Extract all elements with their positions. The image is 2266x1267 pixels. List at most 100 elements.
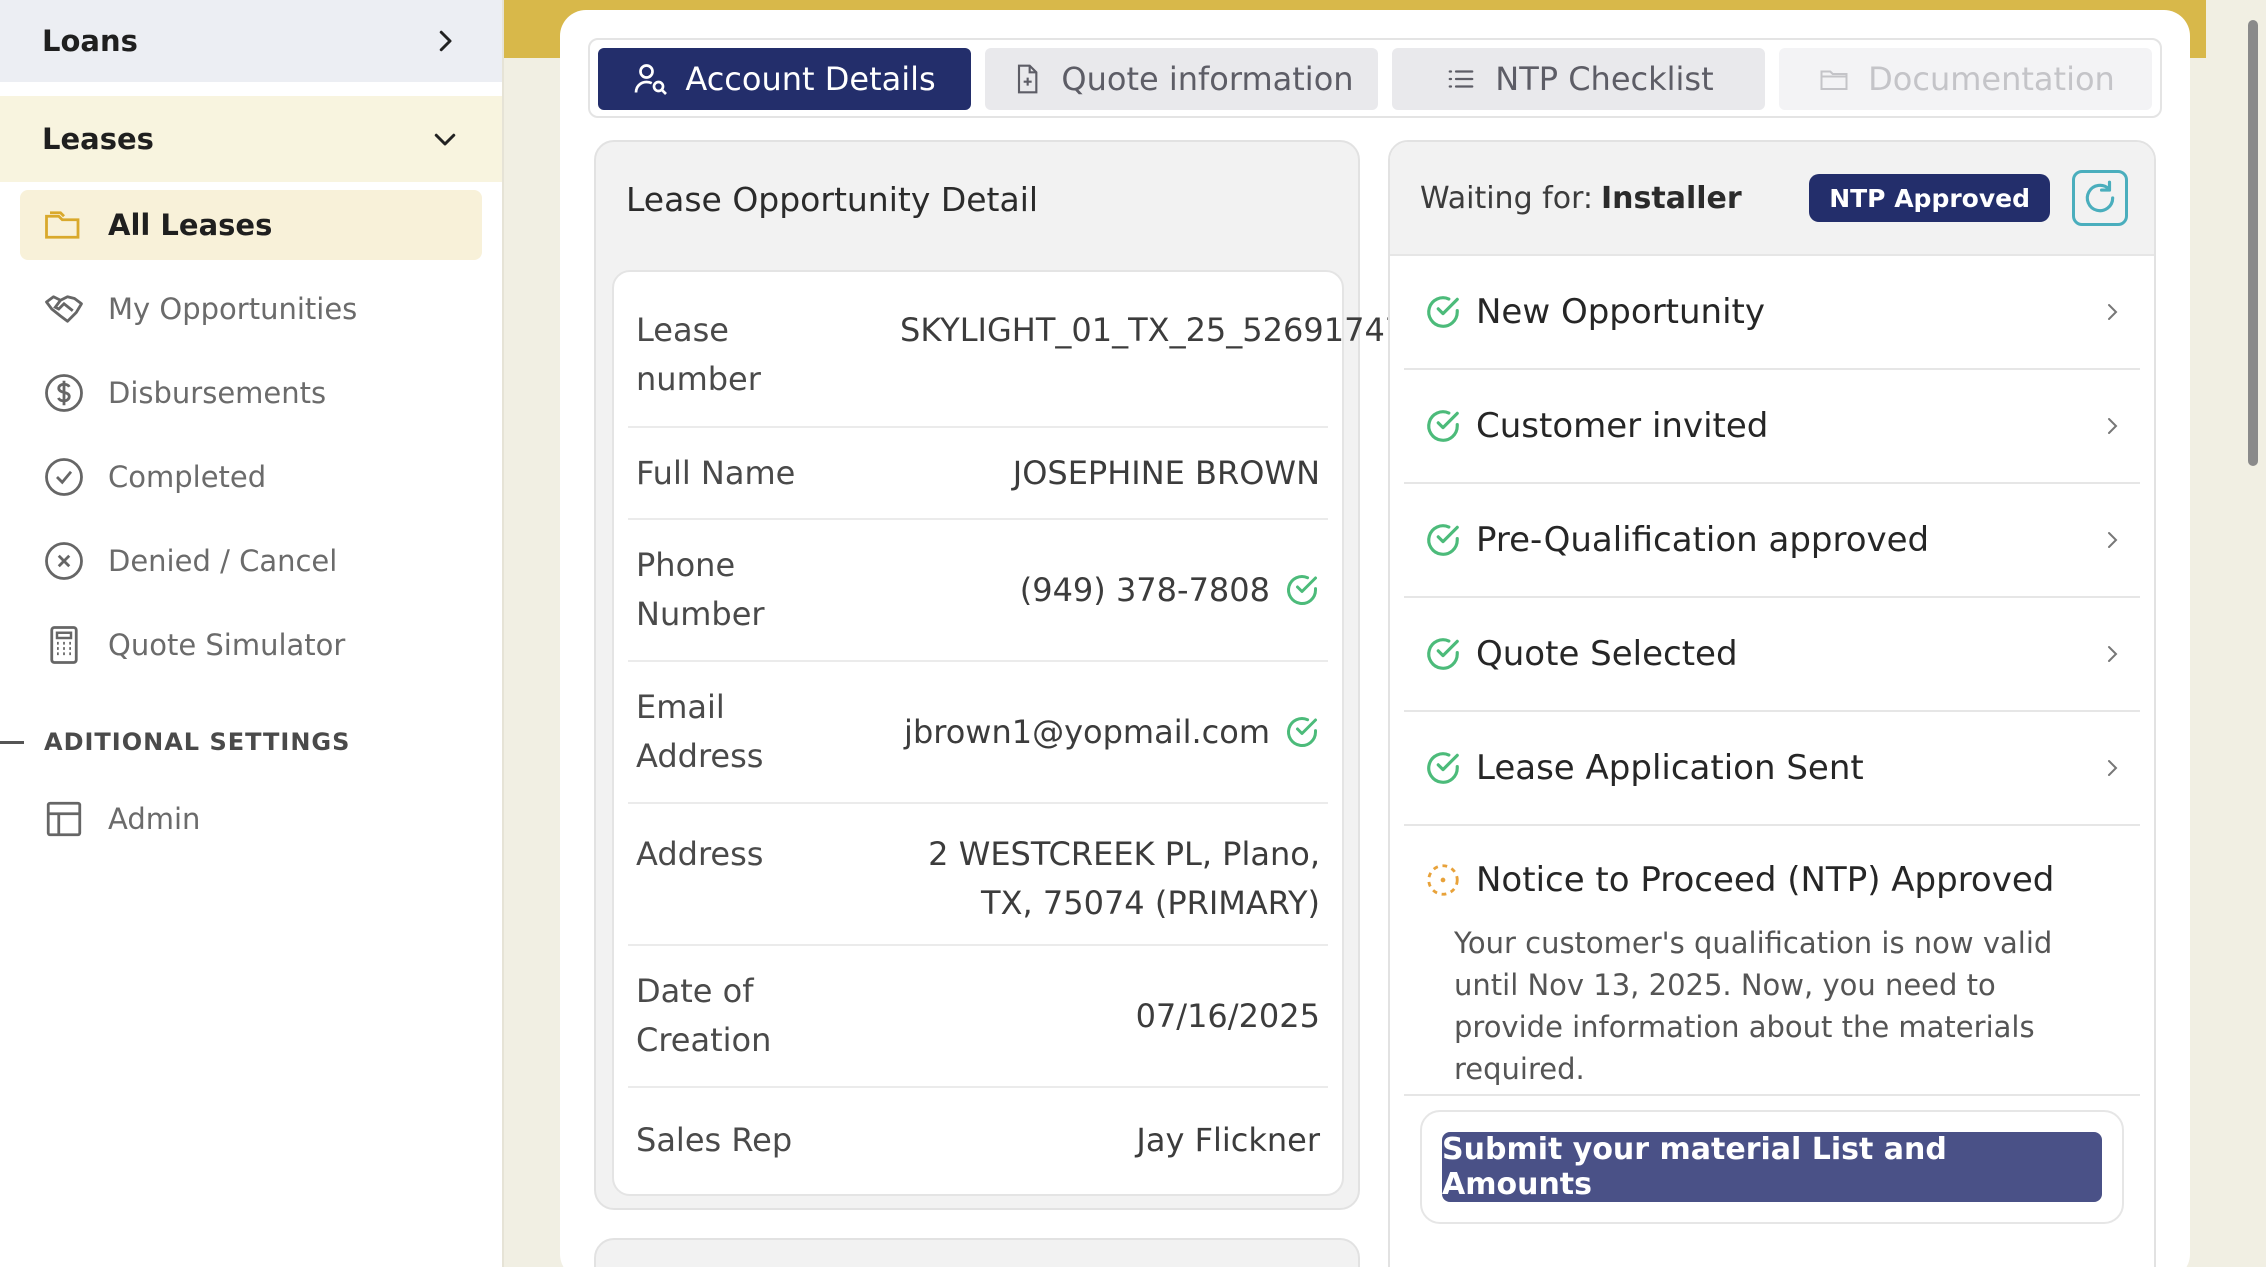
field-label: Date of Creation	[636, 972, 772, 1059]
refresh-button[interactable]	[2072, 170, 2128, 226]
sidebar-group-leases[interactable]: Leases	[0, 96, 502, 182]
step-label: Pre-Qualification approved	[1476, 520, 1930, 560]
sidebar-section-header: ADITIONAL SETTINGS	[0, 710, 502, 774]
chevron-down-icon	[434, 133, 456, 146]
chevron-right-icon	[2108, 304, 2118, 320]
divider	[0, 740, 24, 744]
sidebar-item-quote-simulator[interactable]: Quote Simulator	[20, 610, 482, 680]
sidebar-item-label: Disbursements	[108, 376, 327, 410]
sidebar-item-label: Completed	[108, 460, 267, 494]
tab-label: Quote information	[1061, 60, 1354, 98]
step-new-opportunity[interactable]: New Opportunity	[1404, 256, 2140, 370]
step-ntp-approved: Notice to Proceed (NTP) Approved Your cu…	[1404, 826, 2140, 1096]
layout-icon	[42, 797, 86, 841]
step-label: Lease Application Sent	[1476, 748, 1864, 788]
submit-material-list-button[interactable]: Submit your material List and Amounts	[1442, 1132, 2102, 1202]
check-circle-icon	[1427, 752, 1459, 784]
sidebar-item-label: Denied / Cancel	[108, 544, 338, 578]
waiting-label: Waiting for:	[1420, 180, 1593, 216]
document-add-icon	[1009, 61, 1045, 97]
status-header: Waiting for: Installer NTP Approved	[1390, 142, 2154, 256]
sidebar-item-label: My Opportunities	[108, 292, 358, 326]
sidebar-item-denied-cancel[interactable]: Denied / Cancel	[20, 526, 482, 596]
check-circle-icon	[1427, 638, 1459, 670]
step-label: New Opportunity	[1476, 292, 1765, 332]
step-description: Your customer's qualification is now val…	[1454, 926, 2053, 1086]
sidebar-item-all-leases[interactable]: All Leases	[20, 190, 482, 260]
check-circle-icon	[1427, 410, 1459, 442]
sidebar-item-label: All Leases	[108, 208, 273, 242]
tab-ntp-checklist[interactable]: NTP Checklist	[1391, 48, 1765, 110]
tab-bar: Account Details Quote information NTP Ch…	[588, 38, 2162, 118]
list-icon	[1443, 61, 1479, 97]
field-label: Sales Rep	[636, 1120, 793, 1159]
step-lease-application-sent[interactable]: Lease Application Sent	[1404, 712, 2140, 826]
tab-label: Account Details	[685, 60, 936, 98]
scrollbar-thumb[interactable]	[2248, 20, 2258, 466]
chevron-right-icon	[2108, 646, 2118, 662]
dollar-circle-icon	[42, 371, 86, 415]
detail-row-date-of-creation: Date of Creation 07/16/2025	[628, 946, 1328, 1088]
field-label: Email Address	[636, 688, 764, 775]
step-label: Notice to Proceed (NTP) Approved	[1476, 860, 2055, 900]
step-quote-selected[interactable]: Quote Selected	[1404, 598, 2140, 712]
check-circle-icon	[1427, 296, 1459, 328]
x-circle-icon	[42, 539, 86, 583]
chevron-right-icon	[439, 30, 452, 52]
step-pre-qualification-approved[interactable]: Pre-Qualification approved	[1404, 484, 2140, 598]
check-circle-icon	[1427, 524, 1459, 556]
field-value: JOSEPHINE BROWN	[1012, 453, 1320, 492]
calculator-icon	[42, 623, 86, 667]
field-value: SKYLIGHT_01_TX_25_52691747420	[900, 311, 1467, 349]
sidebar-item-my-opportunities[interactable]: My Opportunities	[20, 274, 482, 344]
sidebar-item-label: Admin	[108, 802, 201, 836]
field-value: Jay Flickner	[1136, 1120, 1320, 1159]
detail-row-address: Address 2 WESTCREEK PL, Plano, TX, 75074…	[628, 804, 1328, 946]
sidebar-group-label: Leases	[42, 122, 154, 156]
verified-check-icon	[1287, 575, 1317, 605]
detail-table: Lease number SKYLIGHT_01_TX_25_526917474…	[612, 270, 1467, 1196]
step-label: Quote Selected	[1476, 634, 1738, 674]
step-customer-invited[interactable]: Customer invited	[1404, 370, 2140, 484]
field-value: jbrown1@yopmail.com	[904, 712, 1270, 751]
sidebar-item-completed[interactable]: Completed	[20, 442, 482, 512]
folder-icon	[42, 203, 86, 247]
sidebar: Loans Leases All Leases My Opportunities…	[0, 0, 504, 1267]
sidebar-item-disbursements[interactable]: Disbursements	[20, 358, 482, 428]
sidebar-group-loans[interactable]: Loans	[0, 0, 502, 82]
field-value: 2 WESTCREEK PL, Plano, TX, 75074 (PRIMAR…	[928, 835, 1320, 922]
folder-icon	[1816, 61, 1852, 97]
tab-label: NTP Checklist	[1495, 60, 1714, 98]
tab-quote-information[interactable]: Quote information	[985, 48, 1378, 110]
detail-row-lease-number: Lease number SKYLIGHT_01_TX_25_526917474…	[628, 272, 1467, 428]
tab-account-details[interactable]: Account Details	[598, 48, 972, 110]
field-label: Address	[636, 835, 764, 873]
verified-check-icon	[1287, 717, 1317, 747]
tab-label: Documentation	[1868, 60, 2115, 98]
field-value: (949) 378-7808	[1019, 570, 1270, 609]
refresh-icon	[2085, 180, 2115, 213]
check-circle-icon	[42, 455, 86, 499]
field-label: Phone Number	[636, 546, 765, 633]
detail-row-full-name: Full Name JOSEPHINE BROWN	[628, 428, 1328, 520]
chevron-right-icon	[2108, 760, 2118, 776]
sidebar-item-admin[interactable]: Admin	[20, 784, 482, 854]
secondary-card	[594, 1238, 1360, 1267]
tab-documentation[interactable]: Documentation	[1778, 48, 2153, 110]
status-badge: NTP Approved	[1809, 174, 2050, 222]
detail-row-email: Email Address jbrown1@yopmail.com	[628, 662, 1328, 804]
chevron-right-icon	[2108, 418, 2118, 434]
card-title: Lease Opportunity Detail	[626, 179, 1039, 219]
detail-row-sales-rep: Sales Rep Jay Flickner	[628, 1088, 1328, 1192]
handshake-icon	[42, 287, 86, 331]
waiting-for-value: Installer	[1600, 180, 1742, 216]
sidebar-item-label: Quote Simulator	[108, 628, 346, 662]
field-value: 07/16/2025	[1135, 996, 1320, 1035]
field-label: Lease number	[636, 311, 761, 398]
user-search-icon	[633, 61, 669, 97]
progress-steps: New Opportunity Customer invited Pre-Qua…	[1390, 256, 2154, 1224]
sidebar-section-label: ADITIONAL SETTINGS	[44, 728, 351, 756]
chevron-right-icon	[2108, 532, 2118, 548]
lease-detail-card: Lease Opportunity Detail Lease number SK…	[594, 140, 1467, 1210]
detail-row-phone: Phone Number (949) 378-7808	[628, 520, 1328, 662]
